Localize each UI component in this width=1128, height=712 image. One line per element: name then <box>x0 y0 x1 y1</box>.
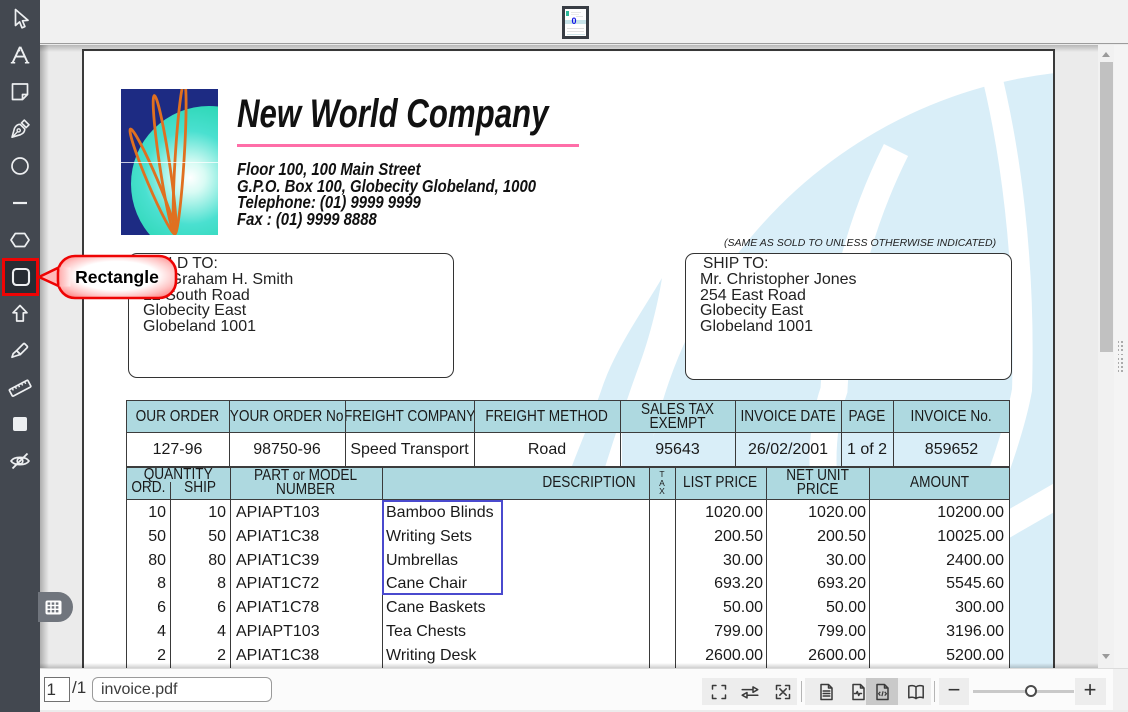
svg-text:Rectangle: Rectangle <box>75 267 159 287</box>
